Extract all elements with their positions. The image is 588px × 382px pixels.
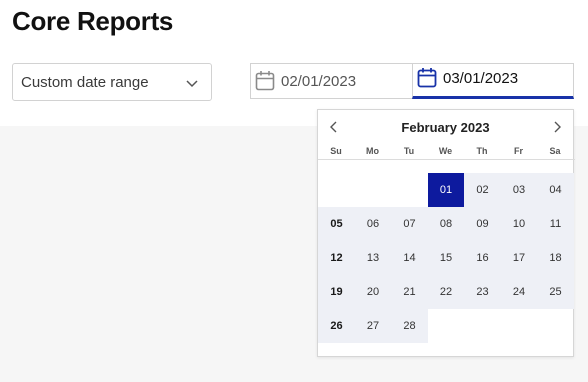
date-range-select[interactable]: Custom date range [12, 63, 212, 101]
calendar-day[interactable]: 20 [354, 275, 392, 309]
calendar-day[interactable]: 28 [391, 309, 428, 343]
calendar-day[interactable]: 26 [318, 309, 355, 343]
calendar-day[interactable]: 23 [464, 275, 501, 309]
calendar-day[interactable]: 16 [464, 241, 501, 275]
calendar-divider [318, 159, 575, 160]
calendar-day[interactable]: 06 [354, 207, 392, 241]
calendar-day[interactable]: 02 [464, 173, 501, 207]
chevron-right-icon[interactable] [550, 120, 564, 134]
calendar-day[interactable]: 15 [427, 241, 465, 275]
calendar-day-selected[interactable]: 01 [427, 173, 465, 207]
calendar-day[interactable]: 03 [500, 173, 538, 207]
weekday-label: Th [476, 146, 488, 156]
calendar-day[interactable]: 22 [427, 275, 465, 309]
date-range-select-value: Custom date range [21, 73, 149, 91]
start-date-value: 02/01/2023 [281, 72, 357, 90]
calendar-header: February 2023 [318, 110, 573, 144]
weekday-label: Su [330, 146, 342, 156]
calendar-day[interactable]: 24 [500, 275, 538, 309]
calendar-day[interactable]: 11 [537, 207, 574, 241]
calendar-weekday-row: Su Mo Tu We Th Fr Sa [318, 146, 575, 160]
calendar-day[interactable]: 13 [354, 241, 392, 275]
chevron-down-icon [186, 80, 198, 88]
calendar-month-title: February 2023 [401, 120, 490, 135]
calendar-day[interactable]: 17 [500, 241, 538, 275]
date-picker-popup: February 2023 Su Mo Tu We Th Fr Sa 01 02 03 04 05 0… [317, 109, 575, 357]
calendar-day[interactable]: 25 [537, 275, 574, 309]
calendar-day[interactable]: 18 [537, 241, 574, 275]
weekday-label: We [438, 146, 453, 156]
end-date-value: 03/01/2023 [443, 69, 519, 87]
calendar-day[interactable]: 04 [537, 173, 574, 207]
calendar-day[interactable]: 09 [464, 207, 501, 241]
calendar-day[interactable]: 14 [391, 241, 428, 275]
calendar-day[interactable]: 21 [391, 275, 428, 309]
page-title: Core Reports [12, 6, 174, 36]
calendar-icon [417, 68, 437, 88]
calendar-day[interactable]: 10 [500, 207, 538, 241]
end-date-field[interactable]: 03/01/2023 [412, 63, 574, 99]
weekday-label: Mo [366, 146, 379, 156]
calendar-day[interactable]: 19 [318, 275, 355, 309]
weekday-label: Tu [403, 146, 415, 156]
weekday-label: Sa [549, 146, 561, 156]
calendar-day[interactable]: 08 [427, 207, 465, 241]
calendar-day[interactable]: 07 [391, 207, 428, 241]
calendar-day[interactable]: 05 [318, 207, 355, 241]
calendar-day[interactable]: 12 [318, 241, 355, 275]
calendar-icon [255, 71, 275, 91]
weekday-label: Fr [514, 146, 523, 156]
start-date-field[interactable]: 02/01/2023 [250, 63, 412, 99]
calendar-day[interactable]: 27 [354, 309, 392, 343]
